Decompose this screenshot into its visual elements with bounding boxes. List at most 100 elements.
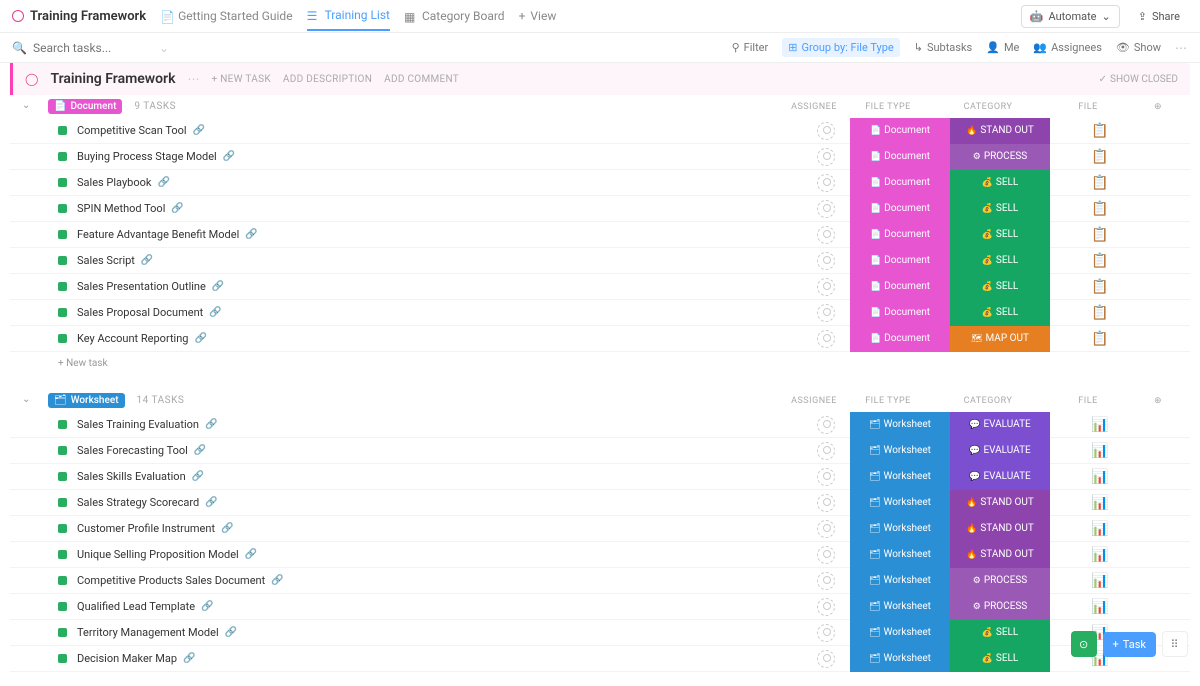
attachment-icon[interactable]: 🔗 [212, 281, 224, 292]
filetype-tag[interactable]: Document [850, 222, 950, 248]
task-row[interactable]: Sales Proposal Document 🔗 Document SELL … [10, 300, 1190, 326]
category-tag[interactable]: SELL [950, 646, 1050, 672]
status-square[interactable] [58, 472, 67, 481]
status-square[interactable] [58, 628, 67, 637]
filetype-tag[interactable]: Worksheet [850, 620, 950, 646]
assignee-cell[interactable] [802, 624, 850, 642]
category-tag[interactable]: SELL [950, 170, 1050, 196]
tab-getting-started[interactable]: 📄 Getting Started Guide [160, 2, 292, 30]
status-square[interactable] [58, 576, 67, 585]
filetype-tag[interactable]: Worksheet [850, 594, 950, 620]
category-tag[interactable]: SELL [950, 620, 1050, 646]
attachment-icon[interactable]: 🔗 [221, 523, 233, 534]
status-square[interactable] [58, 446, 67, 455]
attachment-icon[interactable]: 🔗 [192, 471, 204, 482]
category-tag[interactable]: EVALUATE [950, 438, 1050, 464]
category-tag[interactable]: PROCESS [950, 594, 1050, 620]
subtasks-button[interactable]: ↳Subtasks [914, 41, 973, 54]
status-square[interactable] [58, 308, 67, 317]
share-button[interactable]: ⇪ Share [1130, 6, 1188, 27]
category-tag[interactable]: MAP OUT [950, 326, 1050, 352]
quick-action-button[interactable]: ⊙ [1071, 631, 1097, 657]
task-name[interactable]: Feature Advantage Benefit Model [77, 228, 239, 241]
category-tag[interactable]: STAND OUT [950, 516, 1050, 542]
file-cell[interactable]: 📋 [1050, 201, 1150, 217]
filetype-tag[interactable]: Worksheet [850, 412, 950, 438]
task-name[interactable]: Buying Process Stage Model [77, 150, 217, 163]
task-row[interactable]: Sales Strategy Scorecard 🔗 Worksheet STA… [10, 490, 1190, 516]
file-cell[interactable]: 📊 [1050, 599, 1150, 615]
task-row[interactable]: Sales Forecasting Tool 🔗 Worksheet EVALU… [10, 438, 1190, 464]
task-name[interactable]: Sales Script [77, 254, 135, 267]
assignee-cell[interactable] [802, 442, 850, 460]
filetype-tag[interactable]: Worksheet [850, 516, 950, 542]
category-tag[interactable]: STAND OUT [950, 118, 1050, 144]
more-icon[interactable]: ⋯ [187, 72, 199, 86]
task-row[interactable]: Sales Training Evaluation 🔗 Worksheet EV… [10, 412, 1190, 438]
new-task-fab[interactable]: +Task [1103, 632, 1156, 657]
attachment-icon[interactable]: 🔗 [157, 177, 169, 188]
status-square[interactable] [58, 654, 67, 663]
assignee-cell[interactable] [802, 226, 850, 244]
file-cell[interactable]: 📋 [1050, 123, 1150, 139]
add-column-button[interactable]: ⊕ [1138, 396, 1178, 406]
assignees-button[interactable]: 👥Assignees [1033, 41, 1102, 54]
category-tag[interactable]: SELL [950, 248, 1050, 274]
attachment-icon[interactable]: 🔗 [225, 627, 237, 638]
group-badge[interactable]: 📄Document [48, 99, 122, 114]
file-cell[interactable]: 📋 [1050, 253, 1150, 269]
task-row[interactable]: Sales Skills Evaluation 🔗 Worksheet EVAL… [10, 464, 1190, 490]
task-row[interactable]: Feature Advantage Benefit Model 🔗 Docume… [10, 222, 1190, 248]
task-row[interactable]: Sales Playbook 🔗 Document SELL 📋 [10, 170, 1190, 196]
status-square[interactable] [58, 230, 67, 239]
filetype-tag[interactable]: Document [850, 118, 950, 144]
status-square[interactable] [58, 550, 67, 559]
attachment-icon[interactable]: 🔗 [271, 575, 283, 586]
task-name[interactable]: Customer Profile Instrument [77, 522, 215, 535]
assignee-cell[interactable] [802, 148, 850, 166]
filetype-tag[interactable]: Worksheet [850, 438, 950, 464]
task-name[interactable]: Sales Forecasting Tool [77, 444, 188, 457]
status-square[interactable] [58, 334, 67, 343]
assignee-cell[interactable] [802, 174, 850, 192]
task-row[interactable]: Customer Profile Instrument 🔗 Worksheet … [10, 516, 1190, 542]
task-name[interactable]: Sales Presentation Outline [77, 280, 206, 293]
task-row[interactable]: Competitive Products Sales Document 🔗 Wo… [10, 568, 1190, 594]
file-cell[interactable]: 📊 [1050, 443, 1150, 459]
status-square[interactable] [58, 602, 67, 611]
search-input[interactable] [33, 41, 153, 55]
assignee-cell[interactable] [802, 330, 850, 348]
attachment-icon[interactable]: 🔗 [193, 125, 205, 136]
task-name[interactable]: SPIN Method Tool [77, 202, 165, 215]
file-cell[interactable]: 📊 [1050, 547, 1150, 563]
task-row[interactable]: Sales Presentation Outline 🔗 Document SE… [10, 274, 1190, 300]
attachment-icon[interactable]: 🔗 [183, 653, 195, 664]
task-row[interactable]: SPIN Method Tool 🔗 Document SELL 📋 [10, 196, 1190, 222]
group-badge[interactable]: 🗂Worksheet [48, 393, 125, 408]
file-cell[interactable]: 📊 [1050, 521, 1150, 537]
task-row[interactable]: Qualified Lead Template 🔗 Worksheet PROC… [10, 594, 1190, 620]
attachment-icon[interactable]: 🔗 [245, 549, 257, 560]
task-name[interactable]: Sales Proposal Document [77, 306, 203, 319]
more-menu[interactable]: ⋯ [1175, 41, 1188, 55]
file-cell[interactable]: 📋 [1050, 305, 1150, 321]
assignee-cell[interactable] [802, 122, 850, 140]
attachment-icon[interactable]: 🔗 [205, 419, 217, 430]
attachment-icon[interactable]: 🔗 [245, 229, 257, 240]
apps-button[interactable]: ⠿ [1162, 631, 1188, 657]
category-tag[interactable]: EVALUATE [950, 412, 1050, 438]
attachment-icon[interactable]: 🔗 [209, 307, 221, 318]
chevron-down-icon[interactable]: ⌄ [159, 41, 169, 55]
new-task-row[interactable]: + New task [10, 352, 1190, 375]
category-tag[interactable]: EVALUATE [950, 464, 1050, 490]
add-column-button[interactable]: ⊕ [1138, 102, 1178, 112]
assignee-cell[interactable] [802, 304, 850, 322]
category-tag[interactable]: PROCESS [950, 144, 1050, 170]
task-name[interactable]: Sales Strategy Scorecard [77, 496, 199, 509]
filetype-tag[interactable]: Document [850, 144, 950, 170]
filetype-tag[interactable]: Worksheet [850, 646, 950, 672]
category-tag[interactable]: SELL [950, 274, 1050, 300]
task-row[interactable]: Key Account Reporting 🔗 Document MAP OUT… [10, 326, 1190, 352]
tab-category-board[interactable]: ▦ Category Board [404, 2, 505, 30]
status-square[interactable] [58, 524, 67, 533]
